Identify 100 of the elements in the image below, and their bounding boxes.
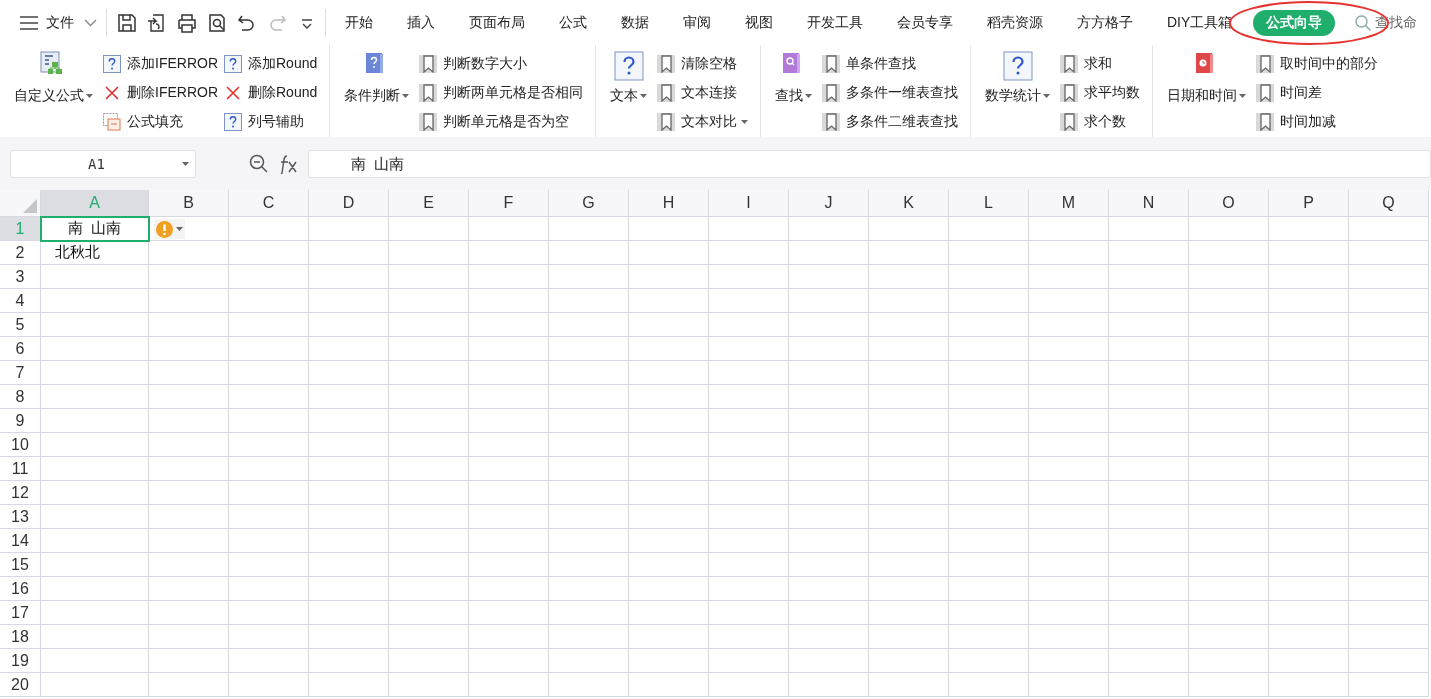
- table-cell[interactable]: [1189, 241, 1269, 265]
- ribbon-command[interactable]: 取时间中的部分: [1256, 49, 1379, 78]
- table-cell[interactable]: [389, 313, 469, 337]
- table-cell[interactable]: [1349, 385, 1429, 409]
- table-cell[interactable]: [1349, 577, 1429, 601]
- table-cell[interactable]: [309, 289, 389, 313]
- table-cell[interactable]: [1189, 649, 1269, 673]
- row-header[interactable]: 12: [0, 481, 41, 505]
- table-cell[interactable]: [629, 217, 709, 241]
- table-cell[interactable]: [1269, 337, 1349, 361]
- table-cell[interactable]: [1349, 649, 1429, 673]
- table-cell[interactable]: [389, 433, 469, 457]
- table-cell[interactable]: [309, 529, 389, 553]
- column-header[interactable]: J: [789, 190, 869, 217]
- table-cell[interactable]: [709, 481, 789, 505]
- table-cell[interactable]: [1029, 529, 1109, 553]
- table-cell[interactable]: [629, 553, 709, 577]
- table-cell[interactable]: [1189, 409, 1269, 433]
- row-header[interactable]: 9: [0, 409, 41, 433]
- table-cell[interactable]: [789, 337, 869, 361]
- column-header[interactable]: C: [229, 190, 309, 217]
- table-cell[interactable]: [549, 217, 629, 241]
- table-cell[interactable]: [629, 289, 709, 313]
- table-cell[interactable]: [41, 265, 149, 289]
- table-cell[interactable]: [1029, 337, 1109, 361]
- table-cell[interactable]: [1349, 313, 1429, 337]
- table-cell[interactable]: [549, 241, 629, 265]
- row-header[interactable]: 13: [0, 505, 41, 529]
- table-cell[interactable]: [949, 409, 1029, 433]
- table-cell[interactable]: [549, 649, 629, 673]
- table-cell[interactable]: [1189, 577, 1269, 601]
- table-cell[interactable]: [629, 577, 709, 601]
- table-cell[interactable]: [469, 217, 549, 241]
- table-cell[interactable]: [309, 217, 389, 241]
- table-cell[interactable]: [389, 361, 469, 385]
- table-cell[interactable]: [949, 577, 1029, 601]
- table-cell[interactable]: 南 山南: [41, 217, 149, 241]
- table-cell[interactable]: [309, 625, 389, 649]
- table-cell[interactable]: [869, 241, 949, 265]
- table-cell[interactable]: [629, 361, 709, 385]
- table-cell[interactable]: [309, 385, 389, 409]
- table-cell[interactable]: [1029, 361, 1109, 385]
- dropdown-button[interactable]: 查找: [771, 45, 817, 137]
- table-cell[interactable]: [869, 217, 949, 241]
- table-cell[interactable]: [629, 337, 709, 361]
- table-cell[interactable]: [549, 553, 629, 577]
- table-cell[interactable]: [549, 673, 629, 697]
- table-cell[interactable]: [949, 313, 1029, 337]
- table-cell[interactable]: [229, 361, 309, 385]
- table-cell[interactable]: [549, 529, 629, 553]
- table-cell[interactable]: [709, 385, 789, 409]
- table-cell[interactable]: [41, 385, 149, 409]
- table-cell[interactable]: [629, 649, 709, 673]
- row-header[interactable]: 16: [0, 577, 41, 601]
- row-header[interactable]: 5: [0, 313, 41, 337]
- table-cell[interactable]: [1349, 241, 1429, 265]
- table-cell[interactable]: [629, 457, 709, 481]
- column-header[interactable]: D: [309, 190, 389, 217]
- table-cell[interactable]: [229, 529, 309, 553]
- table-cell[interactable]: [41, 361, 149, 385]
- name-box[interactable]: A1: [10, 150, 196, 178]
- table-cell[interactable]: [1109, 409, 1189, 433]
- table-cell[interactable]: [41, 529, 149, 553]
- column-header[interactable]: B: [149, 190, 229, 217]
- table-cell[interactable]: [389, 385, 469, 409]
- table-cell[interactable]: [869, 601, 949, 625]
- table-cell[interactable]: [629, 673, 709, 697]
- table-cell[interactable]: [309, 457, 389, 481]
- table-cell[interactable]: [949, 361, 1029, 385]
- table-cell[interactable]: [469, 481, 549, 505]
- table-cell[interactable]: [1349, 409, 1429, 433]
- table-cell[interactable]: [309, 313, 389, 337]
- table-cell[interactable]: [1029, 409, 1109, 433]
- table-cell[interactable]: [149, 313, 229, 337]
- table-cell[interactable]: [949, 673, 1029, 697]
- table-cell[interactable]: [1109, 361, 1189, 385]
- column-header[interactable]: O: [1189, 190, 1269, 217]
- table-cell[interactable]: [1349, 265, 1429, 289]
- table-cell[interactable]: [1029, 649, 1109, 673]
- table-cell[interactable]: [709, 673, 789, 697]
- table-cell[interactable]: [149, 289, 229, 313]
- export-icon[interactable]: [147, 12, 167, 33]
- table-cell[interactable]: [309, 601, 389, 625]
- table-cell[interactable]: [1189, 553, 1269, 577]
- table-cell[interactable]: [229, 217, 309, 241]
- table-cell[interactable]: [549, 409, 629, 433]
- table-cell[interactable]: [469, 601, 549, 625]
- column-header[interactable]: N: [1109, 190, 1189, 217]
- table-cell[interactable]: [1029, 217, 1109, 241]
- table-cell[interactable]: [709, 505, 789, 529]
- table-cell[interactable]: [41, 433, 149, 457]
- table-cell[interactable]: [949, 217, 1029, 241]
- table-cell[interactable]: [309, 241, 389, 265]
- table-cell[interactable]: [709, 649, 789, 673]
- table-cell[interactable]: [869, 409, 949, 433]
- row-header[interactable]: 15: [0, 553, 41, 577]
- ribbon-command[interactable]: 求平均数: [1060, 78, 1141, 107]
- table-cell[interactable]: [789, 577, 869, 601]
- table-cell[interactable]: [149, 361, 229, 385]
- table-cell[interactable]: [469, 289, 549, 313]
